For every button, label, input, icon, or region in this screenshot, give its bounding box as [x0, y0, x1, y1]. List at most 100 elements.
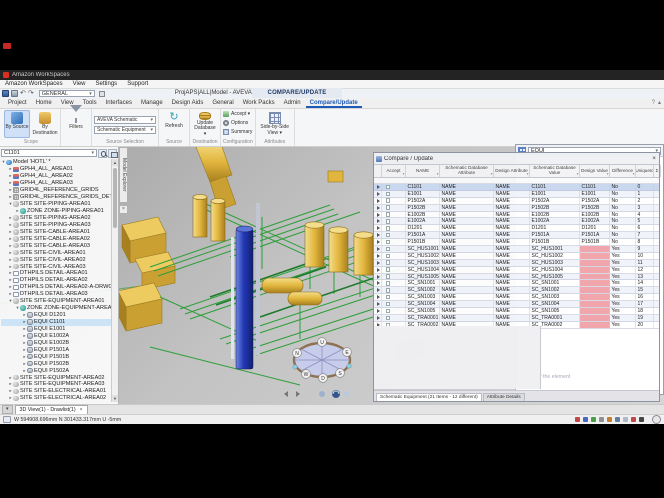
- close-icon[interactable]: ×: [80, 407, 83, 413]
- table-row[interactable]: SC_HUS1003NAMENAMESC_HUS1003Yes11: [374, 260, 659, 267]
- tree-item-equi-e1002b[interactable]: ▸EQUI E1002B: [1, 339, 111, 346]
- table-row[interactable]: P1502ANAMENAMEP1502AP1502ANo2: [374, 198, 659, 205]
- accept-checkbox[interactable]: [386, 233, 391, 238]
- app-window-icon[interactable]: [2, 90, 9, 97]
- tree-item-gph4-all-area02[interactable]: ▸GPH4_ALL_AREA02: [1, 173, 111, 180]
- tree-item-site-site-equipment-area03[interactable]: ▸SITE SITE-EQUIPMENT-AREA03: [1, 381, 111, 388]
- compare-footer-tab-2[interactable]: Attribute Details: [483, 393, 525, 401]
- table-row[interactable]: SC_HUS1005NAMENAMESC_HUS1005Yes13: [374, 274, 659, 281]
- tree-item-site-site-civil-area03[interactable]: ▸SITE SITE-CIVIL-AREA03: [1, 263, 111, 270]
- compare-panel-titlebar[interactable]: Compare / Update ×: [374, 153, 659, 165]
- search-input[interactable]: C1101 ▾: [1, 149, 97, 157]
- column-header-Design Value[interactable]: Design Value▾: [580, 165, 610, 177]
- table-row[interactable]: SC_SN1001NAMENAMESC_SN1001Yes14: [374, 280, 659, 287]
- ribbon-tab-manage[interactable]: Manage: [137, 98, 167, 108]
- filters-button[interactable]: Filters: [63, 110, 89, 138]
- column-header-NAME[interactable]: NAME▾: [406, 165, 440, 177]
- filter-icon[interactable]: ▾: [491, 172, 493, 177]
- accept-checkbox[interactable]: [386, 274, 391, 279]
- tree-item-site-site-piping-area03[interactable]: ▸SITE SITE-PIPING-AREA03: [1, 221, 111, 228]
- menu-item-settings[interactable]: Settings: [96, 81, 118, 87]
- tree-item-site-site-equipment-area01[interactable]: ▾SITE SITE-EQUIPMENT-AREA01: [1, 298, 111, 305]
- column-header-row-state[interactable]: [374, 165, 382, 177]
- navigation-compass[interactable]: UNWDSE: [293, 338, 352, 383]
- accept-checkbox[interactable]: [386, 288, 391, 293]
- refresh-button[interactable]: ↻ Refresh: [161, 110, 187, 138]
- status-icon[interactable]: [575, 417, 580, 422]
- table-row[interactable]: E1001NAMENAMEE1001E1001No1: [374, 191, 659, 198]
- accept-checkbox[interactable]: [386, 212, 391, 217]
- table-row[interactable]: D1201NAMENAMED1201D1201No6: [374, 225, 659, 232]
- tree-item-equi-c1101[interactable]: ▸EQUI C1101: [1, 319, 111, 326]
- accept-checkbox[interactable]: [386, 302, 391, 307]
- tree-item-site-site-piping-area02[interactable]: ▸SITE SITE-PIPING-AREA02: [1, 215, 111, 222]
- accept-button[interactable]: Accept ▾: [223, 110, 250, 118]
- status-icon[interactable]: [639, 417, 644, 422]
- save-icon[interactable]: [11, 90, 18, 97]
- tree-item-gph4-all-area01[interactable]: ▸GPH4_ALL_AREA01: [1, 166, 111, 173]
- menu-item-support[interactable]: Support: [127, 81, 148, 87]
- accept-checkbox[interactable]: [386, 267, 391, 272]
- tree-item-site-site-electrical-area01[interactable]: ▸SITE SITE-ELECTRICAL-AREA01: [1, 388, 111, 395]
- tree-item-grid4l-reference-grids-detail[interactable]: ▸GRID4L_REFERENCE_GRIDS_DETAIL: [1, 194, 111, 201]
- column-header-Σ[interactable]: Σ: [654, 165, 661, 177]
- tree-item-equi-e1001[interactable]: ▸EQUI E1001: [1, 326, 111, 333]
- table-row[interactable]: SC_HUS1001NAMENAMESC_HUS1001Yes9: [374, 246, 659, 253]
- accept-checkbox[interactable]: [386, 309, 391, 314]
- tree-item-zone-zone-piping-area01[interactable]: ▸ZONE ZONE-PIPING-AREA01: [1, 208, 111, 215]
- tree-item-site-site-cable-area01[interactable]: ▸SITE SITE-CABLE-AREA01: [1, 228, 111, 235]
- filter-icon[interactable]: ▾: [437, 172, 439, 177]
- accept-checkbox[interactable]: [386, 247, 391, 252]
- tree-item-site-site-cable-area02[interactable]: ▸SITE SITE-CABLE-AREA02: [1, 235, 111, 242]
- redo-icon[interactable]: ↷: [28, 90, 34, 97]
- tree-item-equi-p1501b[interactable]: ▸EQUI P1501B: [1, 353, 111, 360]
- tree-item-site-site-equipment-area02[interactable]: ▸SITE SITE-EQUIPMENT-AREA02: [1, 374, 111, 381]
- accept-checkbox[interactable]: [386, 219, 391, 224]
- menu-item-view[interactable]: View: [73, 81, 86, 87]
- column-header-UniqueId[interactable]: UniqueId: [636, 165, 654, 177]
- status-icon[interactable]: [615, 417, 620, 422]
- ribbon-tab-home[interactable]: Home: [32, 98, 56, 108]
- general-combo[interactable]: GENERAL ▾: [39, 90, 95, 97]
- table-row[interactable]: SC_SN1002NAMENAMESC_SN1002Yes15: [374, 287, 659, 294]
- accept-checkbox[interactable]: [386, 281, 391, 286]
- accept-checkbox[interactable]: [386, 192, 391, 197]
- zoom-tool-icon[interactable]: [652, 415, 661, 424]
- status-icon[interactable]: [607, 417, 612, 422]
- table-row[interactable]: E1002ANAMENAMEE1002AE1002ANo5: [374, 218, 659, 225]
- undo-icon[interactable]: ↶: [20, 90, 26, 97]
- status-icon[interactable]: [583, 417, 588, 422]
- scroll-up-icon[interactable]: ▲: [112, 159, 118, 166]
- tree-item-equi-p1501a[interactable]: ▸EQUI P1501A: [1, 346, 111, 353]
- table-row[interactable]: SC_SN1003NAMENAMESC_SN1003Yes16: [374, 294, 659, 301]
- ribbon-tab-compare-update[interactable]: Compare/Update: [306, 98, 362, 108]
- ribbon-tab-admin[interactable]: Admin: [280, 98, 305, 108]
- tree-item-zone-zone-equipment-area01[interactable]: ▾ZONE ZONE-EQUIPMENT-AREA01: [1, 305, 111, 312]
- table-row[interactable]: C1101NAMENAMEC1101C1101No0: [374, 184, 659, 191]
- ribbon-tab-interfaces[interactable]: Interfaces: [102, 98, 136, 108]
- element-type-combo[interactable]: Schematic Equipment ▾: [94, 126, 156, 134]
- summary-button[interactable]: Summary: [223, 128, 252, 136]
- update-database-button[interactable]: Update Database ▾: [192, 110, 218, 138]
- column-header-Design Attribute[interactable]: Design Attribute▾: [494, 165, 530, 177]
- tree-item-dthpils-detail-area02-a-drwg[interactable]: ▸DTHPILS DETAIL-AREA02-A-DRWG: [1, 284, 111, 291]
- accept-checkbox[interactable]: [386, 226, 391, 231]
- tree-item-site-site-cable-area03[interactable]: ▸SITE SITE-CABLE-AREA03: [1, 242, 111, 249]
- search-icon[interactable]: [98, 149, 107, 158]
- status-icon[interactable]: [631, 417, 636, 422]
- table-row[interactable]: P1501BNAMENAMEP1501BP1501BNo8: [374, 239, 659, 246]
- tree-item-site-site-civil-area01[interactable]: ▸SITE SITE-CIVIL-AREA01: [1, 249, 111, 256]
- tree-item-dthpils-detail-area02[interactable]: ▸DTHPILS DETAIL-AREA02: [1, 277, 111, 284]
- table-row[interactable]: SC_HUS1002NAMENAMESC_HUS1002Yes10: [374, 253, 659, 260]
- tree-item-dthpils-detail-area01[interactable]: ▸DTHPILS DETAIL-AREA01: [1, 270, 111, 277]
- pin-icon[interactable]: [99, 91, 105, 97]
- tree-item-gph4-all-area03[interactable]: ▸GPH4_ALL_AREA03: [1, 180, 111, 187]
- side-by-side-view-button[interactable]: Side-by-Side View ▾: [258, 110, 292, 138]
- ribbon-tab-design-aids[interactable]: Design Aids: [168, 98, 208, 108]
- compare-footer-tab-1[interactable]: Schematic Equipment (21 Items - 12 diffe…: [376, 393, 482, 401]
- accept-checkbox[interactable]: [386, 198, 391, 203]
- accept-checkbox[interactable]: [386, 254, 391, 259]
- compare-table-header[interactable]: Accept▾NAME▾Schematic Database Attribute…: [374, 165, 659, 178]
- view-list-dropdown[interactable]: ▾: [2, 405, 13, 414]
- model-explorer-vertical-tab[interactable]: Model Explorer: [119, 147, 128, 203]
